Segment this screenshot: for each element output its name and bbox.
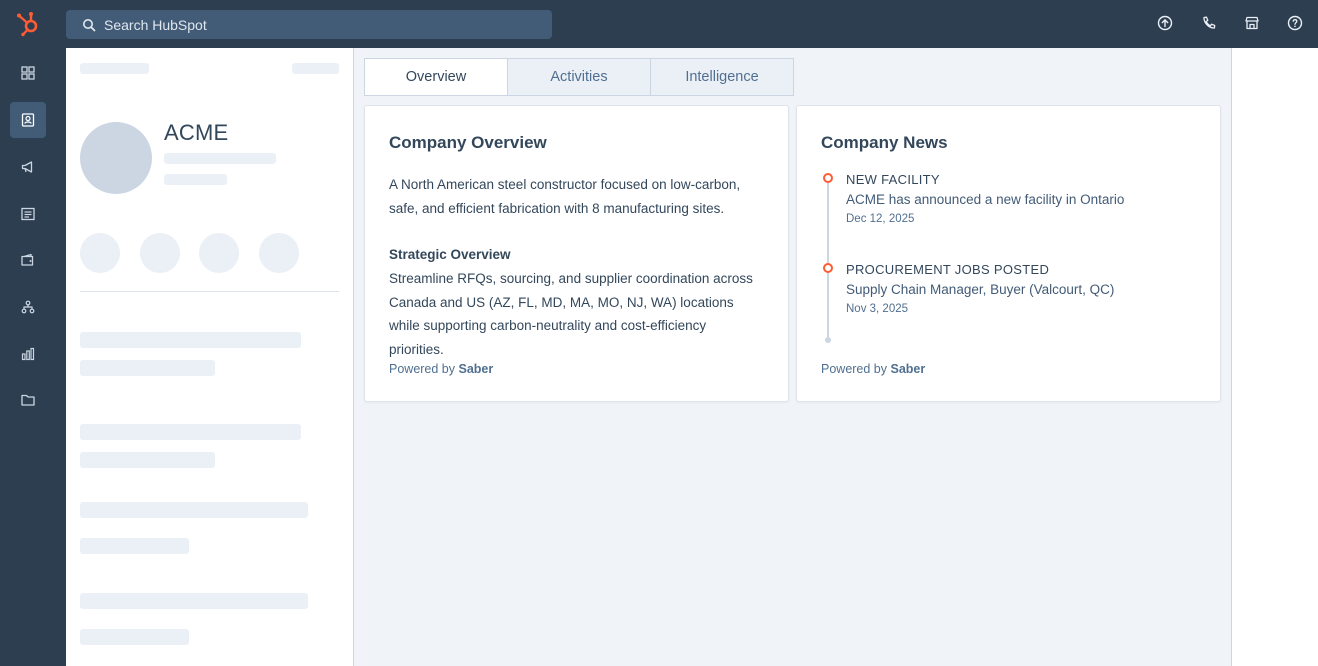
strategic-overview-title: Strategic Overview <box>389 247 511 262</box>
right-sidebar-blank <box>1232 48 1318 666</box>
skeleton-property-value <box>80 452 215 468</box>
profile-divider <box>80 291 339 292</box>
search-input[interactable]: Search HubSpot <box>66 10 552 39</box>
powered-by-brand[interactable]: Saber <box>891 362 926 376</box>
news-item-date: Nov 3, 2025 <box>846 303 909 315</box>
tab-activities[interactable]: Activities <box>507 58 651 96</box>
news-item-date: Dec 12, 2025 <box>846 213 915 225</box>
quick-action-placeholder <box>259 233 299 273</box>
upgrade-icon[interactable] <box>1156 14 1174 32</box>
skeleton-property-label <box>80 593 308 609</box>
company-avatar <box>80 122 152 194</box>
record-tabs: Overview Activities Intelligence <box>364 58 794 96</box>
hubspot-logo-icon[interactable] <box>14 10 42 38</box>
skeleton-company-domain <box>164 153 276 164</box>
quick-action-placeholder <box>199 233 239 273</box>
company-overview-card: Company Overview A North American steel … <box>364 105 789 402</box>
skeleton-property-value <box>80 360 215 376</box>
skeleton-property-label <box>80 332 301 348</box>
tab-overview[interactable]: Overview <box>364 58 508 96</box>
marketplace-icon[interactable] <box>1243 14 1261 32</box>
company-overview-description: A North American steel constructor focus… <box>389 177 741 216</box>
skeleton-property-value <box>80 629 189 645</box>
nav-automation-icon[interactable] <box>10 289 46 325</box>
left-sidebar <box>0 48 56 666</box>
news-item-heading: NEW FACILITY <box>846 172 940 187</box>
powered-by-prefix: Powered by <box>389 362 456 376</box>
company-news-title: Company News <box>821 133 948 152</box>
phone-icon[interactable] <box>1200 14 1218 32</box>
skeleton-actions <box>292 63 339 74</box>
nav-marketing-icon[interactable] <box>10 149 46 185</box>
nav-contacts-icon[interactable] <box>10 102 46 138</box>
timeline-dot <box>823 173 833 183</box>
record-profile-panel: ACME <box>66 48 354 666</box>
skeleton-property-value <box>80 538 189 554</box>
nav-reports-icon[interactable] <box>10 336 46 372</box>
powered-by-label: Powered by Saber <box>389 362 493 376</box>
powered-by-brand[interactable]: Saber <box>459 362 494 376</box>
top-navigation-bar: Search HubSpot <box>0 0 1318 48</box>
news-timeline <box>827 182 829 337</box>
nav-dashboard-icon[interactable] <box>10 55 46 91</box>
company-name: ACME <box>164 120 229 145</box>
search-icon <box>82 18 96 32</box>
skeleton-company-detail <box>164 174 227 185</box>
nav-library-icon[interactable] <box>10 382 46 418</box>
powered-by-label: Powered by Saber <box>821 362 925 376</box>
strategic-overview-text: Streamline RFQs, sourcing, and supplier … <box>389 271 753 357</box>
search-placeholder: Search HubSpot <box>104 16 207 33</box>
skeleton-property-label <box>80 502 308 518</box>
news-item-description[interactable]: Supply Chain Manager, Buyer (Valcourt, Q… <box>846 282 1114 297</box>
news-item-heading: PROCUREMENT JOBS POSTED <box>846 262 1050 277</box>
company-overview-title: Company Overview <box>389 133 547 152</box>
nav-content-icon[interactable] <box>10 196 46 232</box>
tab-intelligence[interactable]: Intelligence <box>650 58 794 96</box>
timeline-dot <box>823 263 833 273</box>
skeleton-breadcrumb <box>80 63 149 74</box>
nav-commerce-icon[interactable] <box>10 242 46 278</box>
help-icon[interactable] <box>1286 14 1304 32</box>
powered-by-prefix: Powered by <box>821 362 888 376</box>
quick-action-placeholder <box>80 233 120 273</box>
skeleton-property-label <box>80 424 301 440</box>
timeline-end-dot <box>825 337 831 343</box>
quick-action-placeholder <box>140 233 180 273</box>
record-main-content: Overview Activities Intelligence Company… <box>354 48 1232 666</box>
company-news-card: Company News NEW FACILITY ACME has annou… <box>796 105 1221 402</box>
news-item-description[interactable]: ACME has announced a new facility in Ont… <box>846 192 1124 207</box>
